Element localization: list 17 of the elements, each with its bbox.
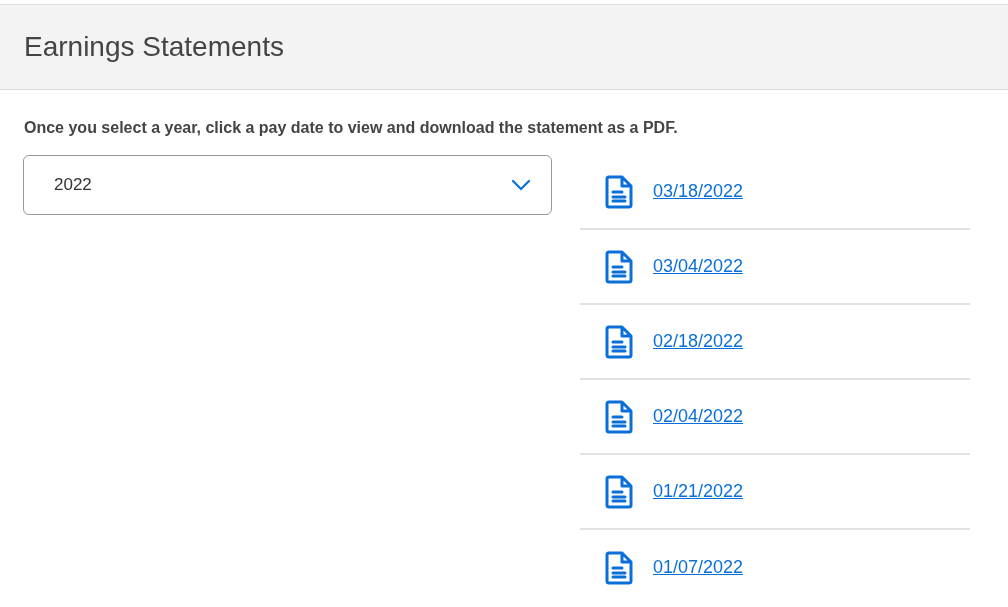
page-title: Earnings Statements bbox=[24, 30, 284, 64]
pay-date-link[interactable]: 02/18/2022 bbox=[653, 328, 744, 355]
document-icon bbox=[605, 474, 633, 509]
pay-date-link[interactable]: 02/04/2022 bbox=[653, 403, 744, 430]
year-value: 2022 bbox=[54, 174, 92, 197]
pay-date-link[interactable]: 03/18/2022 bbox=[653, 178, 744, 205]
document-icon bbox=[605, 324, 633, 359]
pay-date-link[interactable]: 01/21/2022 bbox=[653, 478, 744, 505]
document-icon bbox=[605, 174, 633, 209]
chevron-down-icon bbox=[511, 179, 531, 191]
instruction-text: Once you select a year, click a pay date to view and download the statement as a PDF. bbox=[24, 118, 679, 138]
document-icon bbox=[605, 399, 633, 434]
document-icon bbox=[605, 249, 633, 284]
document-icon bbox=[605, 550, 633, 585]
pay-date-link[interactable]: 03/04/2022 bbox=[653, 253, 744, 280]
pay-date-link[interactable]: 01/07/2022 bbox=[653, 554, 744, 581]
year-dropdown[interactable]: 2022 bbox=[23, 155, 552, 215]
